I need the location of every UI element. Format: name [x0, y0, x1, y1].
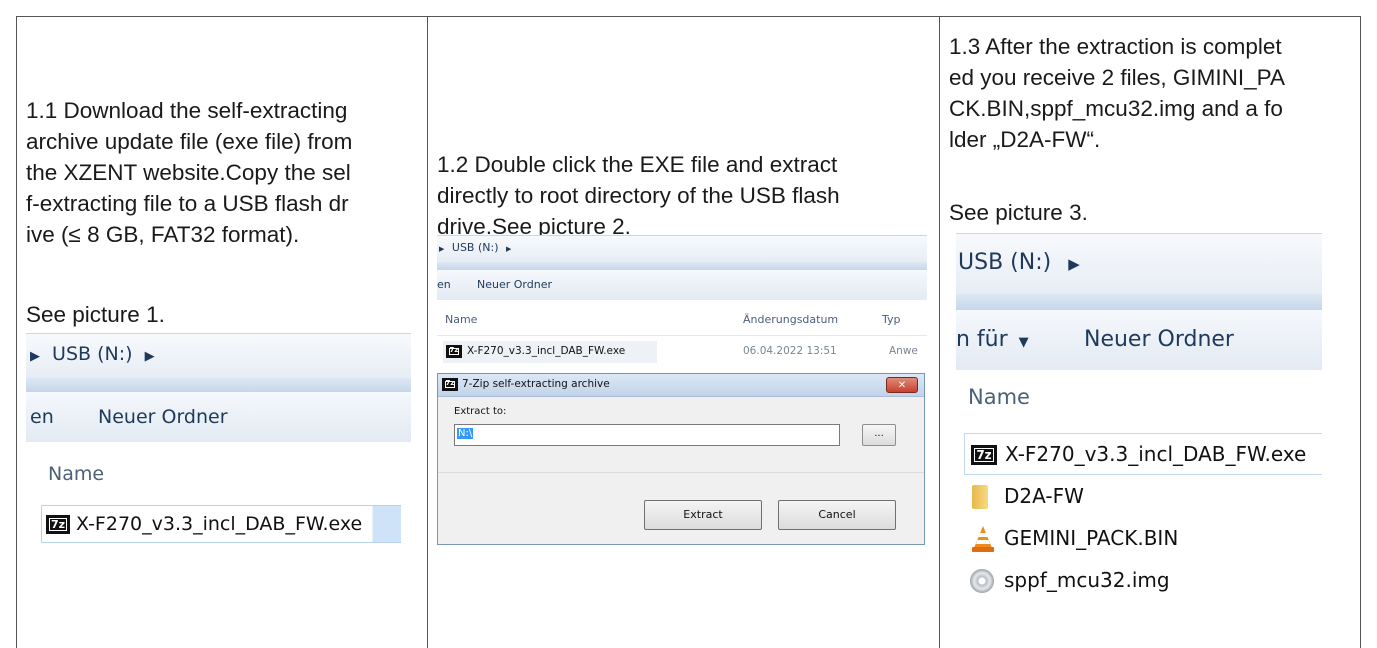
breadcrumb-usb[interactable]: USB (N:): [52, 343, 132, 365]
step-1-cell: 1.1 Download the self-extracting archive…: [17, 17, 428, 648]
cancel-button[interactable]: Cancel: [778, 500, 896, 530]
new-folder-button[interactable]: Neuer Ordner: [98, 406, 228, 428]
file-row-exe[interactable]: 7z X-F270_v3.3_incl_DAB_FW.exe: [964, 433, 1322, 475]
7zip-icon: 7z: [46, 515, 70, 534]
7zip-icon: 7z: [442, 378, 458, 391]
disc-image-icon: [970, 569, 994, 593]
caret-right-icon: ▶: [439, 245, 445, 253]
dialog-title: 7-Zip self-extracting archive: [462, 378, 610, 390]
file-row-selected[interactable]: 7z X-F270_v3.3_incl_DAB_FW.exe: [41, 505, 401, 543]
explorer-toolbar: n für ▼ Neuer Ordner: [956, 310, 1322, 370]
caret-right-icon: ▶: [1068, 255, 1080, 273]
column-header-name[interactable]: Name: [968, 385, 1030, 409]
file-row-bin[interactable]: GEMINI_PACK.BIN: [964, 519, 1304, 559]
close-button[interactable]: ✕: [886, 377, 918, 393]
7zip-icon: 7z: [446, 345, 462, 358]
column-header-type[interactable]: Typ: [882, 313, 901, 326]
caret-right-icon: ▶: [30, 349, 40, 364]
file-name: X-F270_v3.3_incl_DAB_FW.exe: [1005, 442, 1307, 466]
file-name: X-F270_v3.3_incl_DAB_FW.exe: [467, 345, 626, 357]
close-icon: ✕: [897, 380, 907, 391]
file-name: sppf_mcu32.img: [1004, 568, 1170, 592]
folder-icon: [972, 485, 988, 509]
file-date: 06.04.2022 13:51: [743, 345, 837, 357]
ribbon-divider: [956, 294, 1322, 310]
file-row[interactable]: 7z X-F270_v3.3_incl_DAB_FW.exe: [443, 341, 657, 363]
instruction-table: 1.1 Download the self-extracting archive…: [16, 16, 1361, 648]
breadcrumb-bar[interactable]: ▶ USB (N:) ▶: [437, 235, 927, 263]
extract-button[interactable]: Extract: [644, 500, 762, 530]
file-name: GEMINI_PACK.BIN: [1004, 526, 1179, 550]
step-1-text: 1.1 Download the self-extracting archive…: [26, 98, 353, 247]
breadcrumb-bar[interactable]: ▶ USB (N:) ▶: [26, 333, 411, 379]
file-name: D2A-FW: [1004, 484, 1084, 508]
caret-right-icon: ▶: [144, 349, 155, 364]
step-3-picture-ref: See picture 3.: [949, 200, 1088, 225]
file-type: Anwe: [889, 345, 918, 357]
picture-1-screenshot: ▶ USB (N:) ▶ en Neuer Ordner Name 7z X-F…: [26, 333, 411, 545]
toolbar-truncated-item[interactable]: n für ▼: [956, 327, 1029, 352]
step-1-picture-ref: See picture 1.: [26, 302, 165, 327]
browse-button[interactable]: ...: [862, 424, 896, 446]
step-3-text: 1.3 After the extraction is complet ed y…: [949, 34, 1285, 152]
file-name: X-F270_v3.3_incl_DAB_FW.exe: [76, 513, 363, 535]
new-folder-button[interactable]: Neuer Ordner: [477, 278, 552, 291]
breadcrumb-usb[interactable]: USB (N:): [452, 241, 499, 254]
toolbar-truncated-item[interactable]: en: [437, 278, 451, 291]
dialog-titlebar[interactable]: 7z 7-Zip self-extracting archive ✕: [438, 374, 924, 397]
column-header-date[interactable]: Änderungsdatum: [743, 313, 838, 326]
dropdown-arrow-icon: ▼: [1018, 335, 1029, 350]
extract-path-input[interactable]: N:\: [454, 424, 840, 446]
new-folder-button[interactable]: Neuer Ordner: [1084, 327, 1234, 352]
extract-to-label: Extract to:: [454, 406, 507, 417]
7zip-dialog: 7z 7-Zip self-extracting archive ✕ Extra…: [437, 373, 925, 545]
ribbon-divider: [437, 262, 927, 270]
extract-path-value: N:\: [457, 428, 474, 439]
column-header-name[interactable]: Name: [445, 313, 477, 326]
column-header-name[interactable]: Name: [48, 463, 104, 485]
file-row-img[interactable]: sppf_mcu32.img: [964, 561, 1304, 601]
breadcrumb-bar[interactable]: USB (N:) ▶: [956, 233, 1322, 295]
step-2-text: 1.2 Double click the EXE file and extrac…: [437, 152, 840, 239]
caret-right-icon: ▶: [506, 245, 512, 253]
file-row-folder[interactable]: D2A-FW: [964, 477, 1304, 517]
picture-2-screenshot: ▶ USB (N:) ▶ en Neuer Ordner Name Änderu…: [437, 235, 927, 547]
picture-3-screenshot: USB (N:) ▶ n für ▼ Neuer Ordner Name 7z …: [956, 233, 1322, 619]
step-3-cell: 1.3 After the extraction is complet ed y…: [940, 17, 1360, 648]
breadcrumb-usb[interactable]: USB (N:): [958, 250, 1051, 275]
step-2-cell: 1.2 Double click the EXE file and extrac…: [428, 17, 940, 648]
explorer-toolbar: en Neuer Ordner: [26, 392, 411, 442]
vlc-cone-icon: [972, 526, 994, 552]
explorer-toolbar: en Neuer Ordner: [437, 270, 927, 300]
toolbar-truncated-item[interactable]: en: [30, 406, 54, 428]
ribbon-divider: [26, 378, 411, 392]
7zip-icon: 7z: [971, 445, 997, 465]
